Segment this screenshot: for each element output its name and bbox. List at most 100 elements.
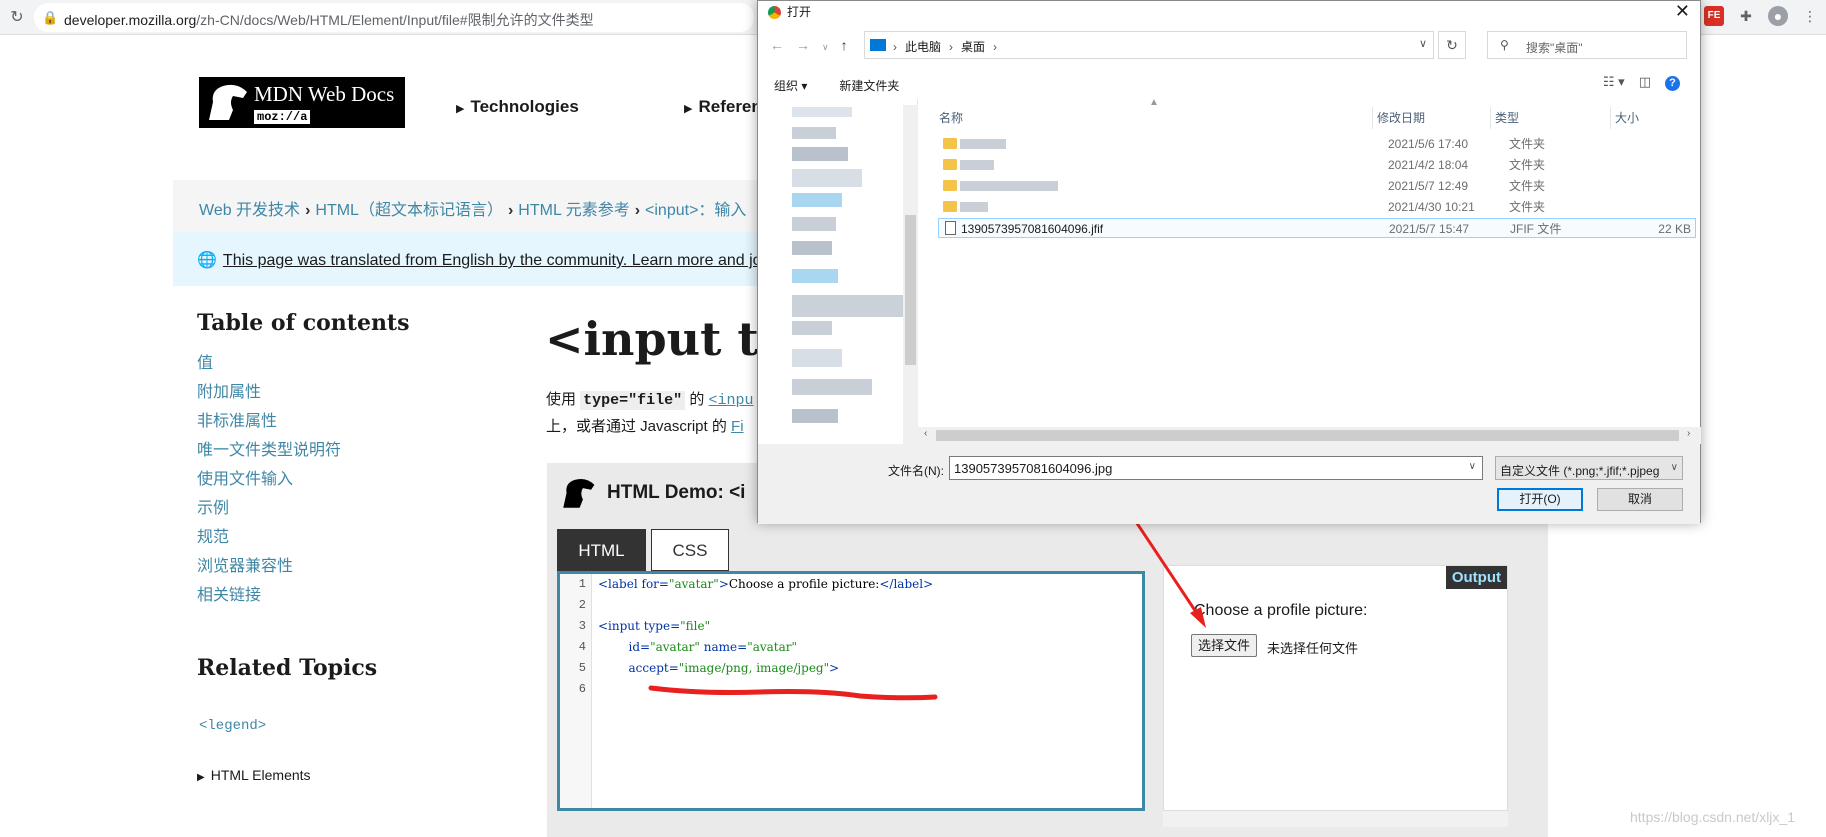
breadcrumb-element-ref[interactable]: HTML 元素参考 bbox=[518, 202, 629, 219]
toc-item[interactable]: 非标准属性 bbox=[197, 412, 341, 441]
watermark: https://blog.csdn.net/xljx_1 bbox=[1630, 809, 1795, 825]
mdn-logo-text: MDN Web Docs bbox=[254, 82, 395, 106]
toc-list: 值 附加属性 非标准属性 唯一文件类型说明符 使用文件输入 示例 规范 浏览器兼… bbox=[197, 354, 341, 615]
open-button[interactable]: 打开(O) bbox=[1497, 488, 1583, 511]
file-row[interactable]: 2021/4/30 10:21 文件夹 bbox=[938, 197, 1696, 217]
related-legend-link[interactable]: <legend> bbox=[199, 718, 266, 734]
code-line-3: <input type="file" bbox=[598, 619, 711, 633]
view-options-icon[interactable]: ☷ ▾ bbox=[1603, 74, 1625, 89]
dialog-command-bar: 组织 ▾ 新建文件夹 bbox=[774, 77, 899, 94]
chevron-down-icon[interactable]: ∨ bbox=[1469, 461, 1476, 472]
tab-html[interactable]: HTML bbox=[557, 529, 646, 571]
computer-icon bbox=[870, 39, 886, 51]
tab-css[interactable]: CSS bbox=[651, 529, 729, 571]
dialog-nav-buttons: ← → ∨ ↑ bbox=[770, 37, 860, 53]
scroll-left-icon[interactable]: ‹ bbox=[924, 428, 927, 439]
triangle-right-icon: ▶ bbox=[684, 103, 693, 115]
mdn-dino-icon bbox=[209, 84, 247, 120]
file-row[interactable]: 2021/4/2 18:04 文件夹 bbox=[938, 155, 1696, 175]
recent-dropdown-icon[interactable]: ∨ bbox=[822, 42, 829, 52]
chevron-right-icon: › bbox=[949, 40, 954, 54]
nav-references[interactable]: ▶ Referen bbox=[684, 97, 762, 117]
demo-title: HTML Demo: <i bbox=[557, 475, 745, 511]
back-arrow-icon[interactable]: ← bbox=[770, 37, 784, 53]
column-header-name[interactable]: 名称 bbox=[935, 107, 1373, 129]
close-icon[interactable]: ✕ bbox=[1675, 1, 1690, 22]
puzzle-icon[interactable]: ✚ bbox=[1736, 6, 1756, 26]
filename-input[interactable]: 1390573957081604096.jpg ∨ bbox=[949, 456, 1483, 480]
nav-technologies[interactable]: ▶ Technologies bbox=[456, 97, 579, 117]
mdn-dino-icon bbox=[563, 478, 595, 508]
help-icon[interactable]: ? bbox=[1665, 76, 1680, 91]
breadcrumb-web[interactable]: Web 开发技术 bbox=[199, 202, 300, 219]
lock-icon: 🔒 bbox=[42, 10, 59, 25]
file-row[interactable]: 2021/5/7 12:49 文件夹 bbox=[938, 176, 1696, 196]
column-header-size[interactable]: 大小 bbox=[1611, 107, 1698, 129]
navigation-pane[interactable] bbox=[758, 99, 918, 444]
file-row-selected[interactable]: 1390573957081604096.jfif 2021/5/7 15:47 J… bbox=[938, 218, 1696, 238]
file-list-scroll-thumb[interactable] bbox=[936, 430, 1679, 441]
path-this-pc[interactable]: 此电脑 bbox=[905, 40, 941, 54]
toc-item[interactable]: 附加属性 bbox=[197, 383, 341, 412]
input-element-link[interactable]: <inpu bbox=[709, 392, 754, 409]
new-folder-button[interactable]: 新建文件夹 bbox=[839, 79, 899, 93]
breadcrumb-input[interactable]: <input>：输入 bbox=[645, 202, 746, 219]
refresh-icon[interactable]: ↻ bbox=[1438, 31, 1466, 59]
triangle-right-icon: ▶ bbox=[456, 103, 465, 115]
column-header-type[interactable]: 类型 bbox=[1491, 107, 1611, 129]
file-row[interactable]: 2021/5/6 17:40 文件夹 bbox=[938, 134, 1696, 154]
toc-item[interactable]: 示例 bbox=[197, 499, 341, 528]
chrome-icon bbox=[768, 6, 781, 20]
output-scrollbar[interactable] bbox=[1163, 811, 1508, 827]
toc-item[interactable]: 规范 bbox=[197, 528, 341, 557]
toc-item[interactable]: 值 bbox=[197, 354, 341, 383]
dialog-address-bar[interactable]: › 此电脑 › 桌面 › ∨ bbox=[864, 31, 1434, 59]
open-file-dialog: 打开 ✕ ← → ∨ ↑ › 此电脑 › 桌面 › ∨ ↻ ⚲ 搜索"桌面" 组织 ▾ 新建文件… bbox=[757, 0, 1701, 524]
dialog-title: 打开 bbox=[768, 3, 811, 20]
triangle-right-icon: ▶ bbox=[197, 772, 205, 783]
address-bar[interactable]: 🔒 developer.mozilla.org/zh-CN/docs/Web/H… bbox=[34, 3, 754, 32]
navigation-pane-scroll-thumb[interactable] bbox=[905, 215, 916, 365]
folder-icon bbox=[943, 201, 957, 212]
reload-icon[interactable]: ↻ bbox=[6, 7, 28, 29]
scroll-right-icon[interactable]: › bbox=[1687, 428, 1690, 439]
code-line-5: accept="image/png, image/jpeg"> bbox=[628, 661, 840, 675]
column-header-date[interactable]: 修改日期 bbox=[1373, 107, 1491, 129]
breadcrumb-html[interactable]: HTML（超文本标记语言） bbox=[315, 202, 503, 219]
chevron-right-icon: › bbox=[634, 202, 641, 219]
dialog-footer: 文件名(N): 1390573957081604096.jpg ∨ 自定义文件 … bbox=[758, 444, 1700, 524]
related-topics-title: Related Topics bbox=[197, 655, 378, 681]
file-api-link[interactable]: Fi bbox=[731, 418, 744, 435]
chevron-right-icon: › bbox=[305, 202, 311, 219]
mdn-logo[interactable]: MDN Web Docs moz://a bbox=[199, 77, 405, 128]
output-label: Choose a profile picture: bbox=[1194, 602, 1368, 619]
forward-arrow-icon[interactable]: → bbox=[796, 37, 810, 53]
up-arrow-icon[interactable]: ↑ bbox=[841, 37, 848, 53]
toc-title: Table of contents bbox=[197, 310, 410, 336]
related-html-elements[interactable]: ▶ HTML Elements bbox=[197, 767, 311, 783]
profile-avatar-icon[interactable]: ● bbox=[1768, 6, 1788, 26]
chevron-down-icon[interactable]: ∨ bbox=[1419, 37, 1427, 50]
code-line-4: id="avatar" name="avatar" bbox=[628, 640, 798, 654]
organize-button[interactable]: 组织 ▾ bbox=[774, 79, 807, 93]
code-lines: <label for="avatar">Choose a profile pic… bbox=[598, 574, 933, 700]
globe-icon: 🌐 bbox=[197, 252, 217, 269]
toc-item[interactable]: 唯一文件类型说明符 bbox=[197, 441, 341, 470]
preview-pane-icon[interactable]: ◫ bbox=[1639, 74, 1651, 89]
search-icon: ⚲ bbox=[1500, 38, 1509, 52]
toc-item[interactable]: 使用文件输入 bbox=[197, 470, 341, 499]
toc-item[interactable]: 浏览器兼容性 bbox=[197, 557, 341, 586]
dialog-search-input[interactable]: ⚲ 搜索"桌面" bbox=[1487, 31, 1687, 59]
cancel-button[interactable]: 取消 bbox=[1597, 488, 1683, 511]
output-badge: Output bbox=[1445, 566, 1507, 589]
filename-label: 文件名(N): bbox=[888, 464, 944, 478]
fe-extension-icon[interactable]: FE bbox=[1704, 6, 1724, 26]
code-editor[interactable]: 1 2 3 4 5 6 <label for="avatar">Choose a… bbox=[557, 571, 1145, 811]
toc-item[interactable]: 相关链接 bbox=[197, 586, 341, 615]
menu-dots-icon[interactable]: ⋮ bbox=[1800, 6, 1820, 26]
choose-file-button[interactable]: 选择文件 bbox=[1191, 634, 1258, 657]
path-desktop[interactable]: 桌面 bbox=[961, 40, 985, 54]
translation-notice-link[interactable]: This page was translated from English by… bbox=[223, 252, 762, 269]
filetype-select[interactable]: 自定义文件 (*.png;*.jfif;*.pjpeg ∨ bbox=[1495, 456, 1683, 480]
